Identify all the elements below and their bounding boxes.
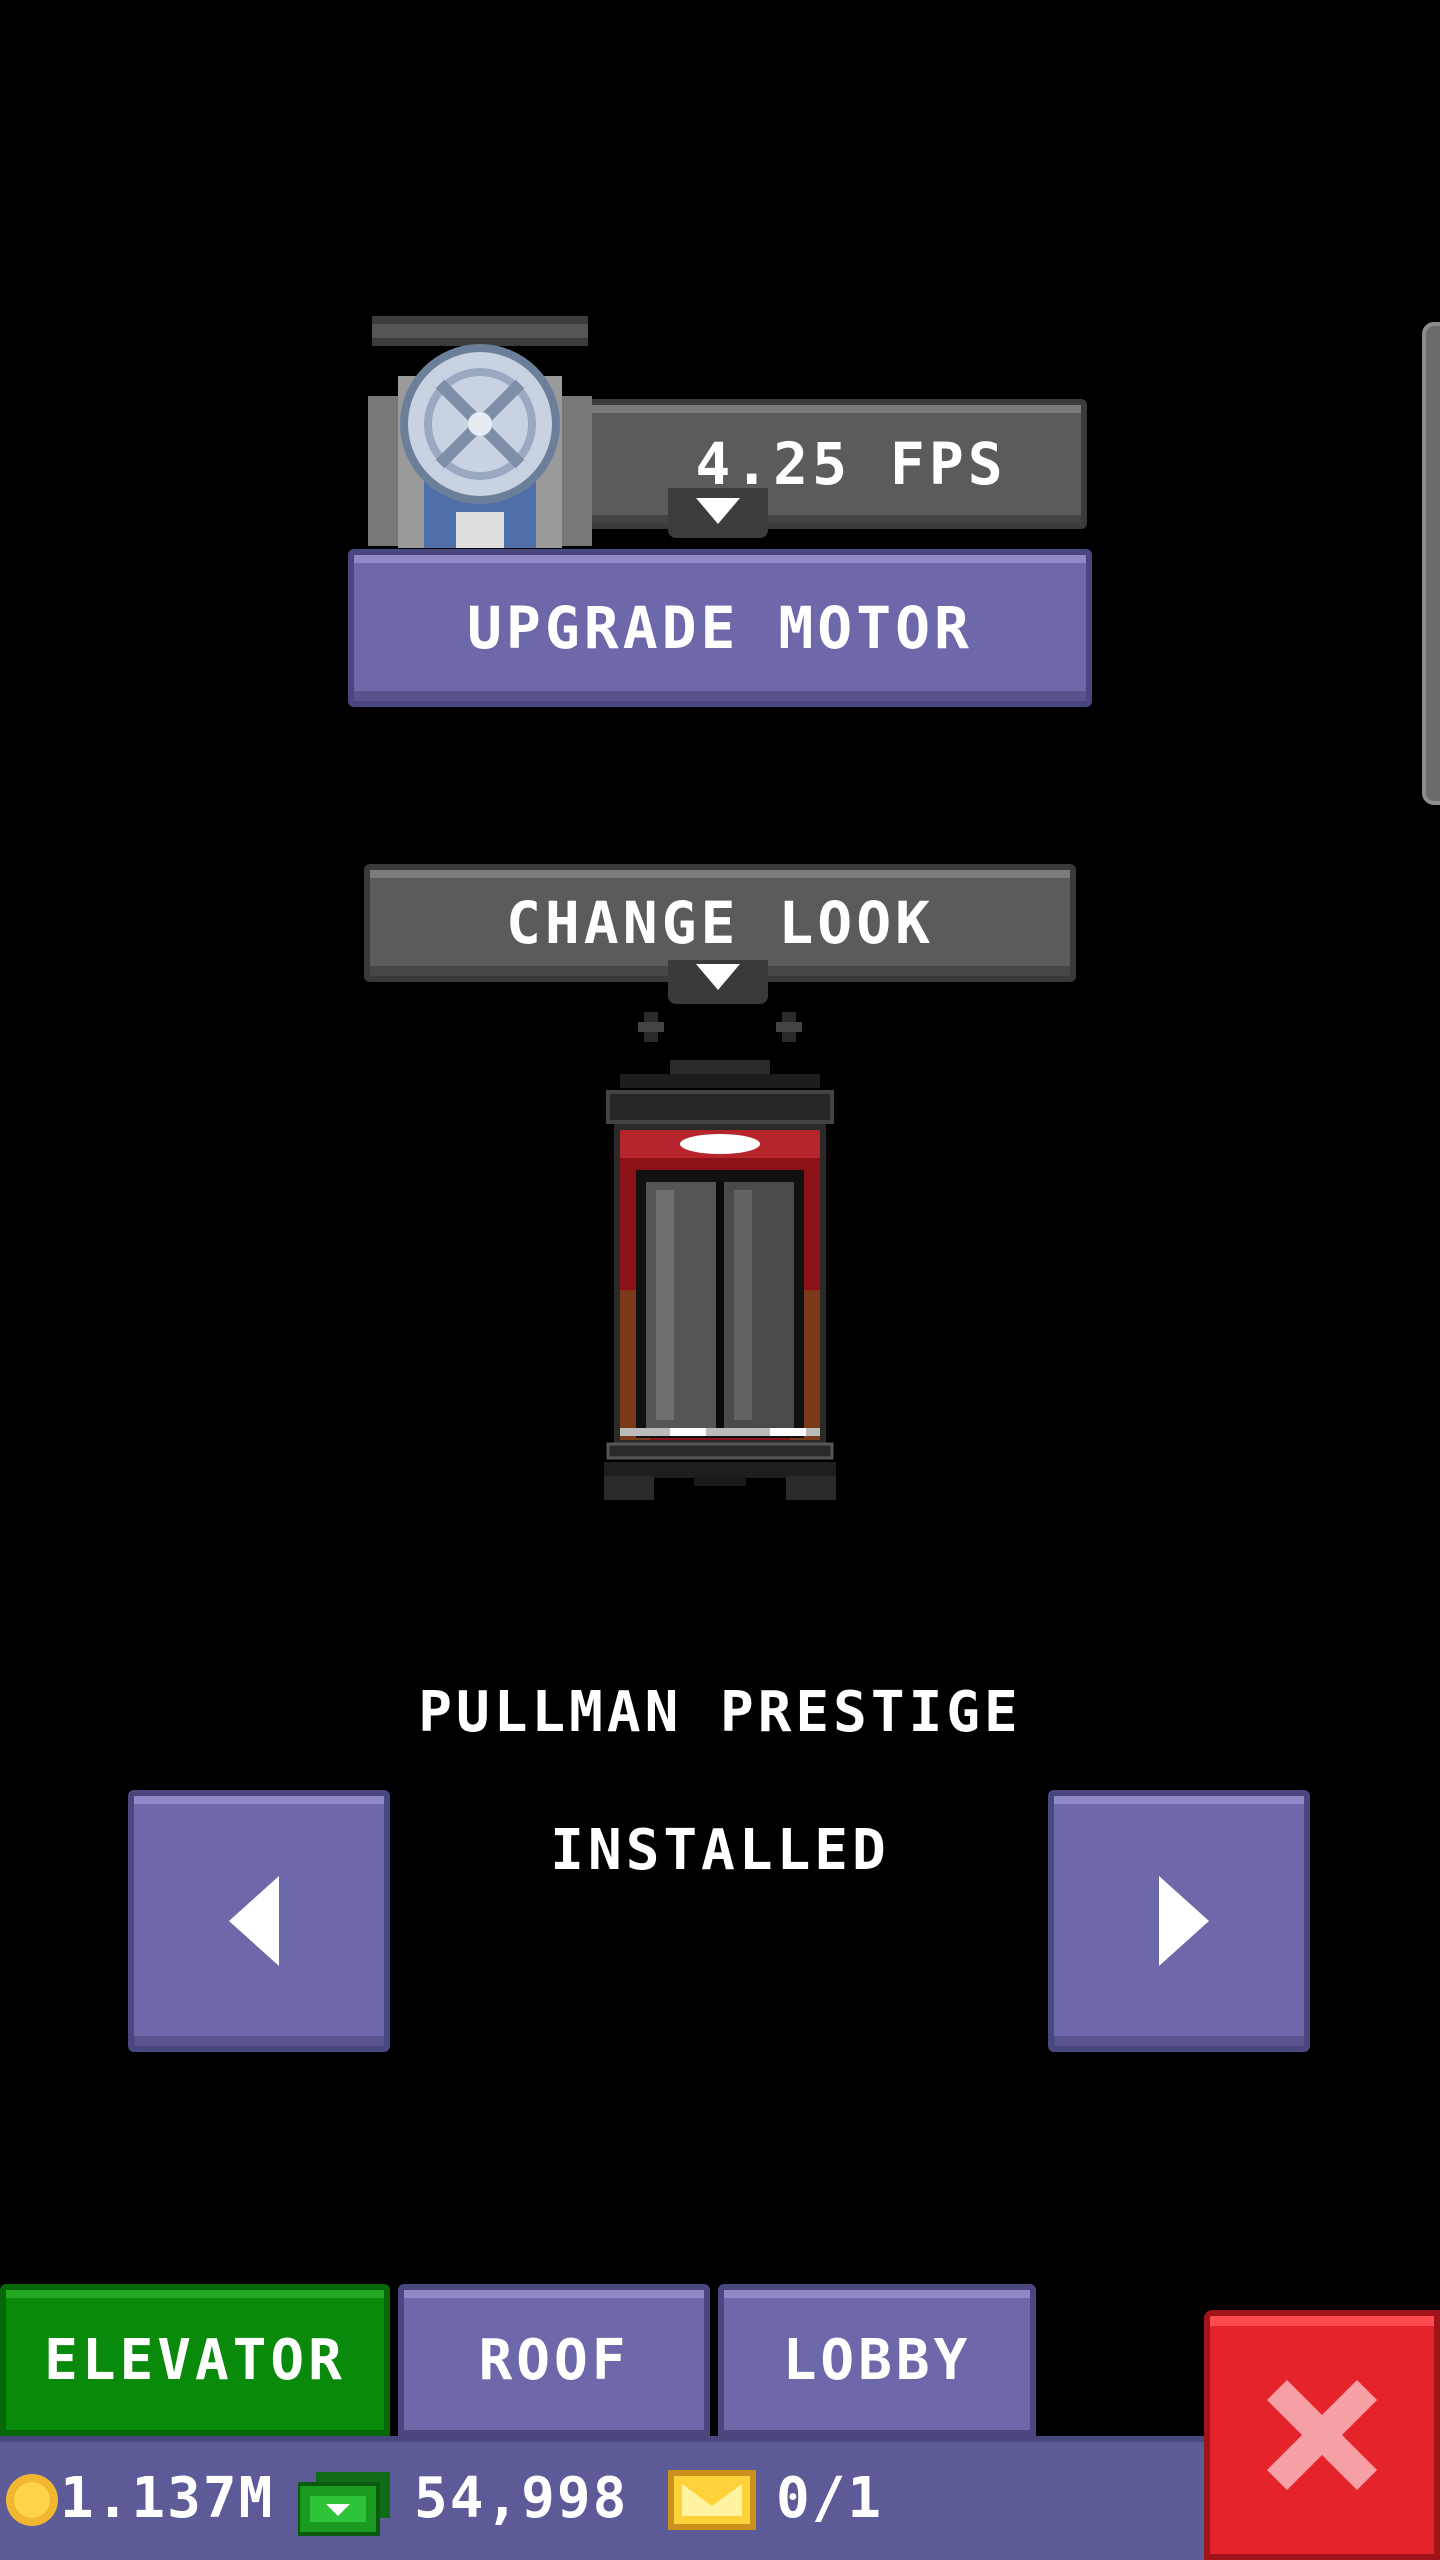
upgrade-motor-button[interactable]: UPGRADE MOTOR — [348, 549, 1092, 707]
tab-roof[interactable]: ROOF — [398, 2284, 710, 2436]
next-style-button[interactable] — [1048, 1790, 1310, 2052]
look-pointer-tab — [668, 960, 768, 1004]
close-button[interactable] — [1204, 2310, 1440, 2560]
coin-icon — [6, 2474, 58, 2526]
speed-pointer-tab — [668, 488, 768, 538]
tab-lobby[interactable]: LOBBY — [718, 2284, 1036, 2436]
caret-down-icon — [696, 964, 740, 990]
side-panel-handle[interactable] — [1422, 322, 1440, 805]
caret-down-icon — [696, 498, 740, 524]
ticket-icon — [668, 2470, 756, 2530]
tab-elevator[interactable]: ELEVATOR — [0, 2284, 390, 2436]
motor-speed-label: 4.25 FPS — [695, 430, 1007, 498]
previous-style-button[interactable] — [128, 1790, 390, 2052]
elevator-preview — [604, 1012, 836, 1500]
arrow-right-icon — [1159, 1876, 1209, 1966]
bux-value: 54,998 — [414, 2465, 629, 2531]
tickets-value: 0/1 — [776, 2465, 884, 2531]
elevator-style-status: INSTALLED — [550, 1818, 890, 1883]
coins-value: 1.137M — [60, 2465, 275, 2531]
arrow-left-icon — [229, 1876, 279, 1966]
motor-icon — [368, 316, 592, 548]
bux-icon — [298, 2472, 390, 2536]
elevator-style-name: PULLMAN PRESTIGE — [418, 1680, 1022, 1745]
close-icon — [1267, 2380, 1377, 2490]
